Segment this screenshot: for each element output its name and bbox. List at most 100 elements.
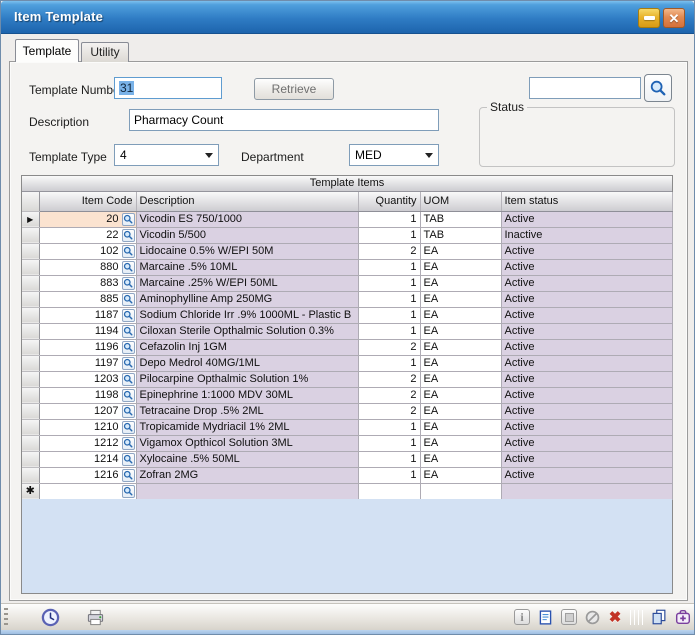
item-code-cell[interactable]: 1207 (39, 403, 136, 419)
item-code-cell[interactable]: 102 (39, 243, 136, 259)
tab-utility[interactable]: Utility (81, 42, 129, 62)
description-cell[interactable]: Marcaine .25% W/EPI 50ML (136, 275, 358, 291)
template-type-select[interactable]: 4 (114, 144, 219, 166)
item-status-cell[interactable]: Active (501, 259, 672, 275)
row-selector[interactable] (22, 467, 39, 483)
quantity-cell[interactable]: 1 (358, 259, 420, 275)
lookup-icon[interactable] (122, 389, 135, 402)
print-icon[interactable] (85, 607, 105, 627)
item-code-cell[interactable]: 1187 (39, 307, 136, 323)
uom-cell[interactable]: EA (420, 323, 501, 339)
document-icon[interactable] (535, 607, 555, 627)
row-selector[interactable] (22, 355, 39, 371)
quantity-cell[interactable]: 2 (358, 403, 420, 419)
minimize-button[interactable] (638, 8, 660, 28)
item-code-cell[interactable]: 1198 (39, 387, 136, 403)
row-selector[interactable] (22, 291, 39, 307)
item-code-cell[interactable]: 883 (39, 275, 136, 291)
lookup-icon[interactable] (122, 293, 135, 306)
lookup-icon[interactable] (122, 421, 135, 434)
search-input[interactable] (529, 77, 641, 99)
lookup-icon[interactable] (122, 405, 135, 418)
quantity-cell[interactable]: 1 (358, 307, 420, 323)
description-cell[interactable]: Vicodin 5/500 (136, 227, 358, 243)
lookup-icon[interactable] (122, 485, 135, 498)
row-selector[interactable] (22, 307, 39, 323)
description-cell[interactable]: Vigamox Opthicol Solution 3ML (136, 435, 358, 451)
col-header-quantity[interactable]: Quantity (358, 192, 420, 211)
quantity-cell[interactable]: 1 (358, 291, 420, 307)
item-status-cell[interactable]: Active (501, 355, 672, 371)
uom-cell[interactable]: EA (420, 371, 501, 387)
quantity-cell[interactable]: 1 (358, 467, 420, 483)
quantity-cell[interactable]: 1 (358, 211, 420, 227)
item-code-cell[interactable]: 1197 (39, 355, 136, 371)
item-code-cell[interactable]: 1210 (39, 419, 136, 435)
description-cell[interactable]: Cefazolin Inj 1GM (136, 339, 358, 355)
uom-cell[interactable]: EA (420, 339, 501, 355)
quantity-cell[interactable]: 2 (358, 371, 420, 387)
item-status-cell[interactable]: Active (501, 323, 672, 339)
col-header-uom[interactable]: UOM (420, 192, 501, 211)
item-status-cell[interactable]: Active (501, 435, 672, 451)
quantity-cell[interactable]: 1 (358, 419, 420, 435)
uom-cell[interactable]: EA (420, 275, 501, 291)
item-status-cell[interactable] (501, 483, 672, 499)
item-status-cell[interactable]: Active (501, 275, 672, 291)
uom-cell[interactable]: EA (420, 403, 501, 419)
row-selector[interactable] (22, 387, 39, 403)
item-code-cell[interactable] (39, 483, 136, 499)
item-status-cell[interactable]: Active (501, 371, 672, 387)
row-selector[interactable] (22, 403, 39, 419)
lookup-icon[interactable] (122, 437, 135, 450)
row-selector[interactable] (22, 243, 39, 259)
quantity-cell[interactable]: 1 (358, 435, 420, 451)
quantity-cell[interactable]: 1 (358, 275, 420, 291)
item-code-cell[interactable]: 1214 (39, 451, 136, 467)
lookup-icon[interactable] (122, 245, 135, 258)
description-cell[interactable]: Ciloxan Sterile Opthalmic Solution 0.3% (136, 323, 358, 339)
col-header-item-status[interactable]: Item status (501, 192, 672, 211)
cancel-icon[interactable] (582, 607, 602, 627)
item-status-cell[interactable]: Active (501, 467, 672, 483)
row-selector[interactable] (22, 339, 39, 355)
quantity-cell[interactable]: 1 (358, 323, 420, 339)
description-cell[interactable]: Tropicamide Mydriacil 1% 2ML (136, 419, 358, 435)
retrieve-button[interactable]: Retrieve (254, 78, 334, 100)
uom-cell[interactable]: TAB (420, 211, 501, 227)
description-cell[interactable] (136, 483, 358, 499)
uom-cell[interactable] (420, 483, 501, 499)
item-status-cell[interactable]: Active (501, 243, 672, 259)
uom-cell[interactable]: EA (420, 355, 501, 371)
description-cell[interactable]: Pilocarpine Opthalmic Solution 1% (136, 371, 358, 387)
department-select[interactable]: MED (349, 144, 439, 166)
lookup-icon[interactable] (122, 213, 135, 226)
uom-cell[interactable]: EA (420, 307, 501, 323)
item-code-cell[interactable]: 1196 (39, 339, 136, 355)
quantity-cell[interactable]: 2 (358, 339, 420, 355)
row-selector[interactable] (22, 419, 39, 435)
uom-cell[interactable]: EA (420, 291, 501, 307)
lookup-icon[interactable] (122, 277, 135, 290)
item-status-cell[interactable]: Active (501, 307, 672, 323)
quantity-cell[interactable]: 2 (358, 387, 420, 403)
description-cell[interactable]: Zofran 2MG (136, 467, 358, 483)
item-status-cell[interactable]: Active (501, 387, 672, 403)
row-selector[interactable]: ✱ (22, 483, 39, 499)
lookup-icon[interactable] (122, 229, 135, 242)
lookup-icon[interactable] (122, 469, 135, 482)
description-cell[interactable]: Depo Medrol 40MG/1ML (136, 355, 358, 371)
uom-cell[interactable]: EA (420, 467, 501, 483)
col-header-description[interactable]: Description (136, 192, 358, 211)
lookup-icon[interactable] (122, 261, 135, 274)
item-code-cell[interactable]: 1203 (39, 371, 136, 387)
lookup-icon[interactable] (122, 309, 135, 322)
quantity-cell[interactable] (358, 483, 420, 499)
tab-template[interactable]: Template (15, 39, 79, 62)
uom-cell[interactable]: TAB (420, 227, 501, 243)
copy-icon[interactable] (649, 607, 669, 627)
description-input[interactable] (129, 109, 439, 131)
item-code-cell[interactable]: 20 (39, 211, 136, 227)
uom-cell[interactable]: EA (420, 419, 501, 435)
col-header-item-code[interactable]: Item Code (39, 192, 136, 211)
